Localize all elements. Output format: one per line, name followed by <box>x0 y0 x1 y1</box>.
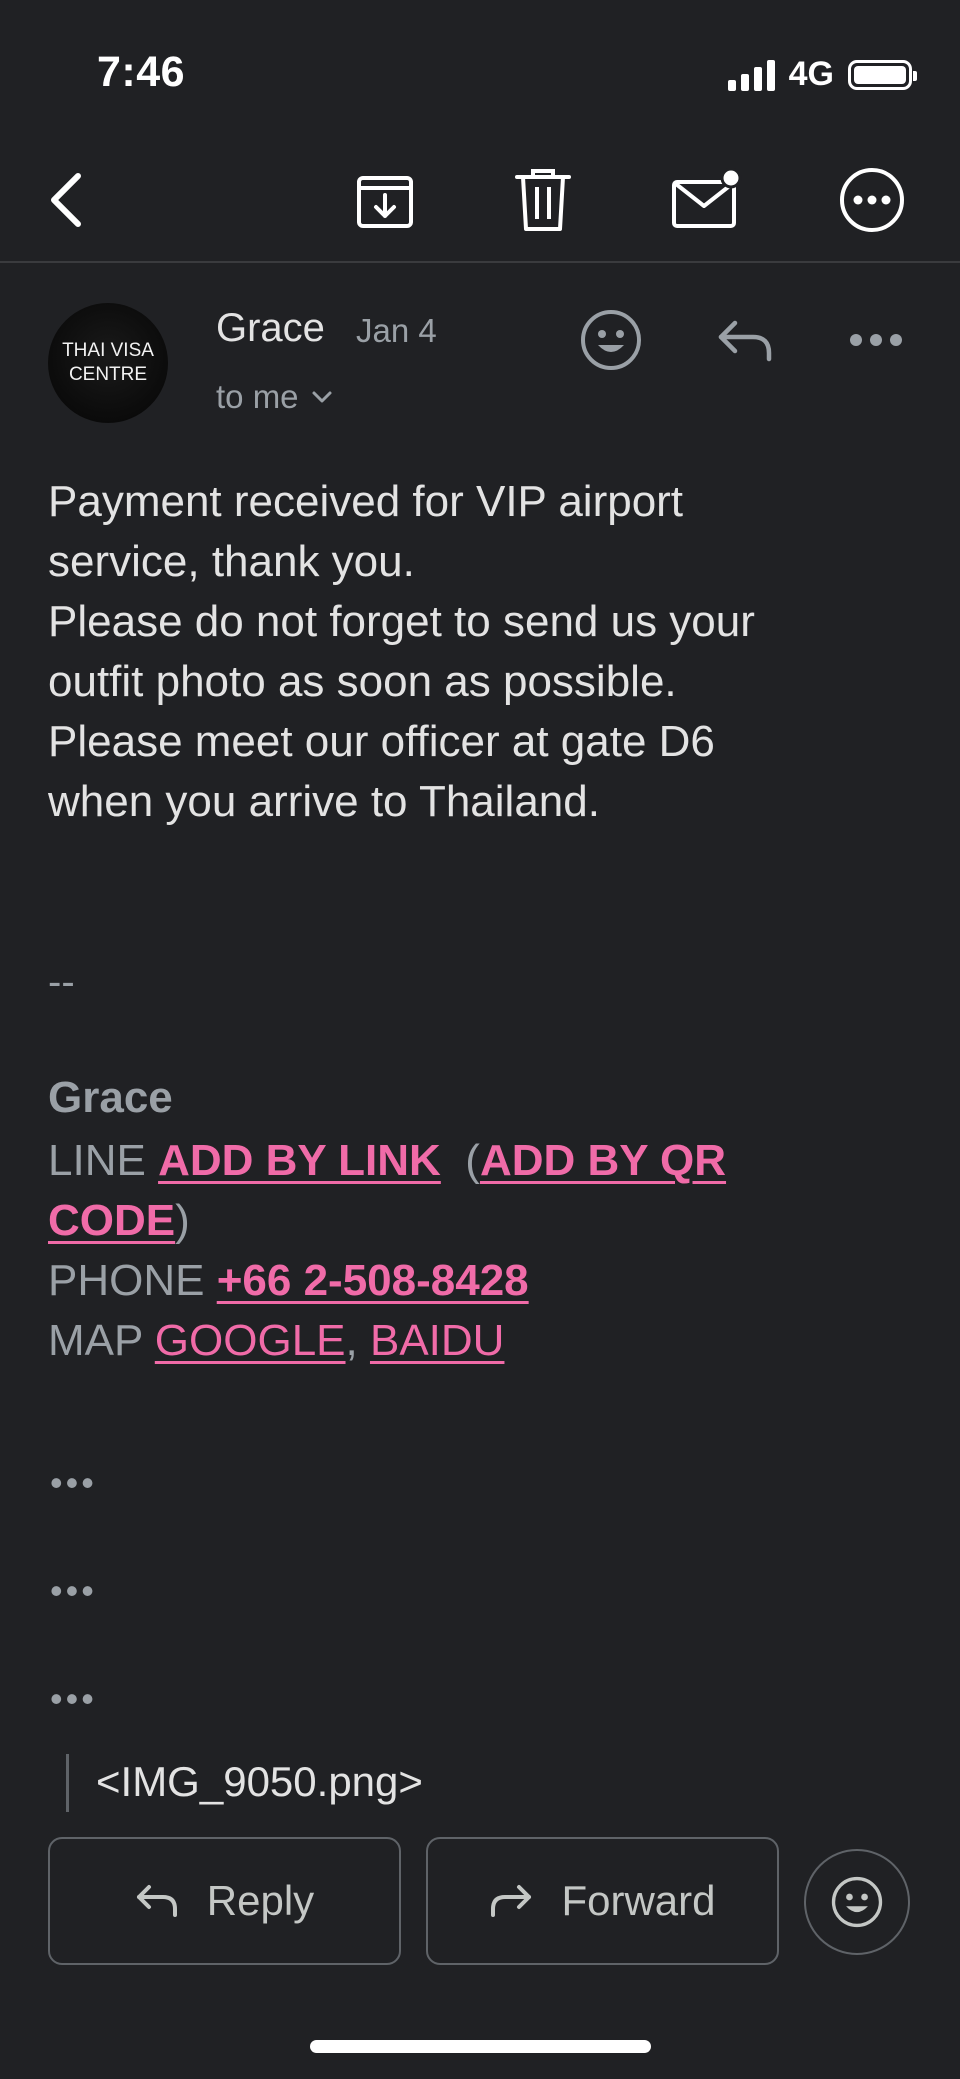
battery-icon <box>848 59 917 90</box>
forward-icon <box>491 1885 532 1917</box>
signature-name: Grace <box>48 1073 173 1122</box>
map-label: MAP <box>48 1316 143 1365</box>
network-type: 4G <box>788 55 834 93</box>
emoji-reaction-icon[interactable] <box>571 300 651 380</box>
add-by-qr-link[interactable]: ADD BY QR <box>480 1136 726 1185</box>
body-line: Payment received for VIP airport <box>48 477 684 526</box>
forward-label: Forward <box>561 1877 716 1924</box>
emoji-icon <box>831 1876 883 1928</box>
home-indicator[interactable] <box>310 2040 651 2053</box>
sender-name[interactable]: Grace <box>216 306 325 351</box>
forward-button[interactable]: Forward <box>426 1837 779 1965</box>
signature-phone-row: PHONE +66 2-508-8428 <box>48 1251 908 1311</box>
body-line: Please meet our officer at gate D6 <box>48 717 715 766</box>
quote-bar <box>66 1754 69 1812</box>
reply-label: Reply <box>206 1877 315 1924</box>
show-trimmed-button[interactable]: ••• <box>50 1462 97 1504</box>
body-line: service, thank you. <box>48 537 415 586</box>
react-emoji-button[interactable] <box>804 1849 910 1955</box>
email-toolbar <box>0 140 960 260</box>
map-baidu-link[interactable]: BAIDU <box>370 1316 504 1365</box>
email-body: Payment received for VIP airport service… <box>48 472 918 832</box>
attachment-placeholder: <IMG_9050.png> <box>96 1758 423 1805</box>
reply-icon[interactable] <box>705 300 785 380</box>
mark-unread-icon[interactable] <box>668 162 744 238</box>
body-line: Please do not forget to send us your <box>48 597 755 646</box>
avatar[interactable]: THAI VISA CENTRE <box>48 303 168 423</box>
signature-separator: -- <box>48 960 75 1004</box>
signature-line-row: LINE ADD BY LINK (ADD BY QR CODE) <box>48 1136 727 1245</box>
reply-icon <box>136 1885 177 1917</box>
signature-map-row: MAP GOOGLE, BAIDU <box>48 1316 505 1365</box>
body-line: outfit photo as soon as possible. <box>48 657 677 706</box>
reply-button[interactable]: Reply <box>48 1837 401 1965</box>
add-by-link-link[interactable]: ADD BY LINK <box>158 1136 441 1185</box>
avatar-text-line-1: THAI VISA <box>62 340 154 361</box>
toolbar-divider <box>0 261 960 263</box>
show-trimmed-button[interactable]: ••• <box>50 1678 97 1720</box>
status-time: 7:46 <box>97 48 186 96</box>
map-google-link[interactable]: GOOGLE <box>155 1316 346 1365</box>
line-label: LINE <box>48 1136 146 1185</box>
show-trimmed-button[interactable]: ••• <box>50 1570 97 1612</box>
trash-icon[interactable] <box>505 162 581 238</box>
chevron-down-icon <box>312 391 332 403</box>
recipient-toggle[interactable]: to me <box>216 378 333 416</box>
back-icon[interactable] <box>28 162 104 238</box>
avatar-text-line-2: CENTRE <box>68 364 148 385</box>
recipient-label: to me <box>216 378 299 415</box>
body-line: when you arrive to Thailand. <box>48 777 600 826</box>
more-options-icon[interactable] <box>834 162 910 238</box>
email-date: Jan 4 <box>356 312 437 349</box>
add-by-qr-link-cont[interactable]: CODE <box>48 1196 175 1245</box>
message-more-icon[interactable] <box>836 300 916 380</box>
archive-icon[interactable] <box>347 162 423 238</box>
phone-label: PHONE <box>48 1256 205 1305</box>
phone-link[interactable]: +66 2-508-8428 <box>217 1256 529 1305</box>
status-indicators: 4G <box>727 55 917 94</box>
signal-icon <box>727 59 775 91</box>
